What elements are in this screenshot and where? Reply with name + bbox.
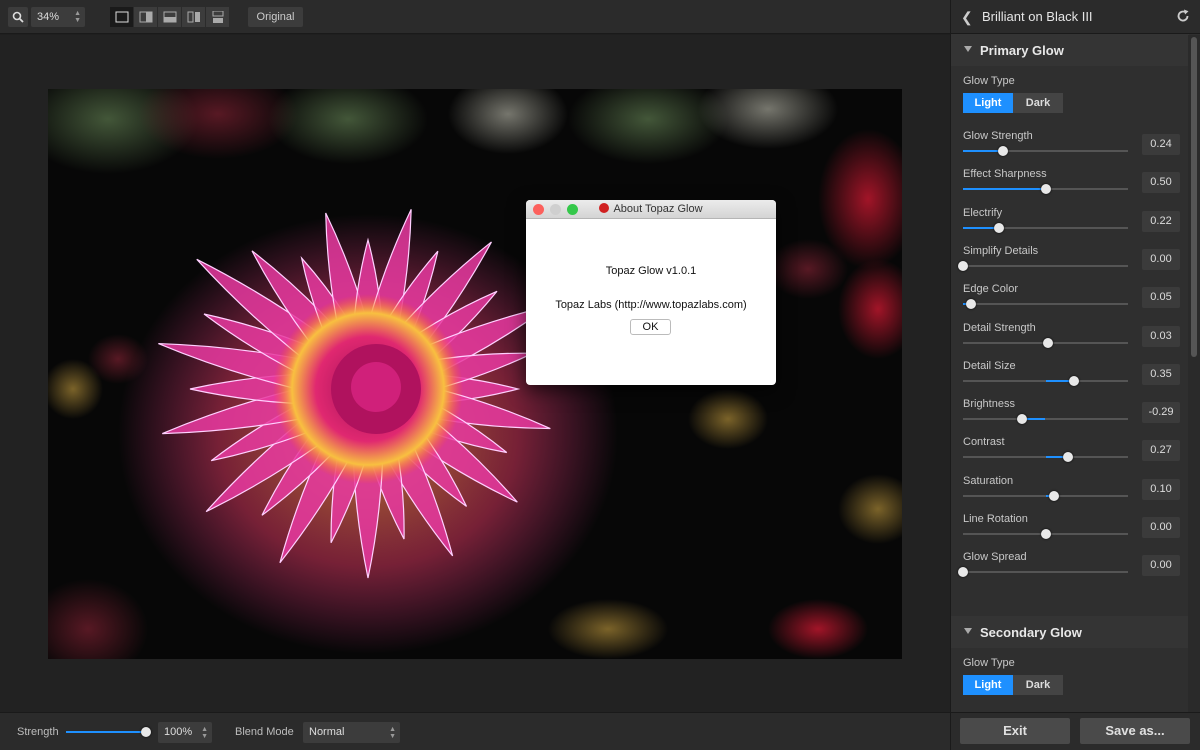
top-bottom-view-button[interactable] [206, 7, 230, 27]
strength-value: 100% [164, 726, 193, 738]
zoom-value: 34% [37, 11, 60, 23]
zoom-window-icon[interactable] [567, 204, 578, 215]
param-value-field[interactable]: 0.27 [1142, 440, 1180, 461]
param-value-field[interactable]: 0.24 [1142, 134, 1180, 155]
blend-mode-chevron-icon: ▲ ▼ [389, 726, 396, 740]
param-label: Glow Strength [963, 130, 1033, 142]
param-slider-knob[interactable] [1016, 414, 1027, 424]
param-slider-knob[interactable] [1042, 338, 1053, 348]
param-slider-fill [963, 188, 1046, 190]
collapse-triangle-icon [964, 46, 972, 52]
primary-glow-type-label: Glow Type [963, 75, 1015, 87]
blend-mode-label: Blend Mode [235, 726, 294, 738]
param-value-field[interactable]: 0.50 [1142, 172, 1180, 193]
primary-glow-title: Primary Glow [980, 43, 1064, 58]
panel-scroll-thumb[interactable] [1191, 37, 1197, 357]
param-value-field[interactable]: 0.00 [1142, 555, 1180, 576]
save-as-button[interactable]: Save as... [1080, 718, 1190, 744]
blend-mode-value: Normal [309, 726, 345, 738]
param-value-field[interactable]: 0.00 [1142, 249, 1180, 270]
param-label: Detail Size [963, 360, 1016, 372]
param-label: Simplify Details [963, 245, 1039, 257]
primary-light-button[interactable]: Light [963, 93, 1013, 113]
param-slider-knob[interactable] [997, 146, 1008, 156]
bottom-toolbar: Strength 100% ▲ ▼ Blend Mode Normal ▲ ▼ [0, 712, 950, 750]
dialog-title: About Topaz Glow [613, 203, 703, 215]
param-label: Edge Color [963, 283, 1019, 295]
split-vertical-view-button[interactable] [134, 7, 158, 27]
secondary-glow-type-label: Glow Type [963, 657, 1015, 669]
collapse-triangle-icon [964, 628, 972, 634]
param-slider-knob[interactable] [1062, 452, 1073, 462]
side-by-side-view-button[interactable] [182, 7, 206, 27]
primary-glow-header[interactable]: Primary Glow [951, 34, 1189, 66]
param-slider[interactable] [963, 418, 1128, 420]
secondary-dark-button[interactable]: Dark [1013, 675, 1063, 695]
param-slider[interactable] [963, 265, 1128, 267]
param-slider-knob[interactable] [958, 261, 968, 271]
strength-label: Strength [17, 726, 59, 738]
secondary-glow-header[interactable]: Secondary Glow [951, 616, 1189, 648]
company-text: Topaz Labs (http://www.topazlabs.com) [555, 299, 747, 311]
primary-glow-type-toggle: Light Dark [963, 93, 1063, 113]
preset-title: Brilliant on Black III [982, 9, 1093, 24]
param-slider-knob[interactable] [1069, 376, 1080, 386]
param-slider-knob[interactable] [1040, 529, 1051, 539]
param-label: Electrify [963, 207, 1003, 219]
strength-stepper-icon[interactable]: ▲ ▼ [201, 726, 208, 740]
param-value-field[interactable]: 0.10 [1142, 479, 1180, 500]
param-value-field[interactable]: 0.22 [1142, 211, 1180, 232]
strength-slider-knob[interactable] [141, 727, 151, 737]
back-arrow-icon[interactable]: ❮ [961, 9, 973, 26]
panel-header: ❮ Brilliant on Black III [951, 0, 1200, 34]
zoom-icon[interactable] [8, 7, 28, 27]
param-value-field[interactable]: 0.35 [1142, 364, 1180, 385]
param-label: Saturation [963, 475, 1014, 487]
param-label: Detail Strength [963, 322, 1036, 334]
version-text: Topaz Glow v1.0.1 [605, 265, 697, 277]
strength-value-field[interactable]: 100% ▲ ▼ [158, 722, 212, 743]
param-slider-knob[interactable] [958, 567, 968, 577]
zoom-stepper-icon[interactable]: ▲ ▼ [74, 10, 81, 24]
panel-scrollbar[interactable] [1188, 35, 1200, 712]
param-slider-knob[interactable] [966, 299, 977, 309]
param-slider-knob[interactable] [1040, 184, 1051, 194]
secondary-glow-title: Secondary Glow [980, 625, 1082, 640]
zoom-field[interactable]: 34% ▲ ▼ [31, 7, 85, 27]
param-value-field[interactable]: 0.00 [1142, 517, 1180, 538]
split-horizontal-view-button[interactable] [158, 7, 182, 27]
reset-icon[interactable] [1175, 8, 1191, 24]
secondary-light-button[interactable]: Light [963, 675, 1013, 695]
strength-slider-fill [66, 731, 146, 733]
blend-mode-select[interactable]: Normal ▲ ▼ [303, 722, 400, 743]
param-slider[interactable] [963, 303, 1128, 305]
param-slider[interactable] [963, 571, 1128, 573]
exit-button[interactable]: Exit [960, 718, 1070, 744]
param-value-field[interactable]: -0.29 [1142, 402, 1180, 423]
secondary-glow-type-toggle: Light Dark [963, 675, 1063, 695]
dialog-titlebar: About Topaz Glow [526, 200, 776, 219]
param-label: Effect Sharpness [963, 168, 1047, 180]
param-label: Contrast [963, 436, 1005, 448]
app-icon [599, 203, 610, 213]
single-view-button[interactable] [110, 7, 134, 27]
adjustments-panel: ❮ Brilliant on Black III Primary Glow Gl… [950, 0, 1200, 712]
param-slider-fill [963, 150, 1003, 152]
param-label: Line Rotation [963, 513, 1028, 525]
top-toolbar: 34% ▲ ▼ Original [0, 0, 950, 34]
param-label: Glow Spread [963, 551, 1027, 563]
primary-dark-button[interactable]: Dark [1013, 93, 1063, 113]
ok-button[interactable]: OK [630, 319, 671, 335]
param-value-field[interactable]: 0.05 [1142, 287, 1180, 308]
close-window-icon[interactable] [533, 204, 544, 215]
param-slider-knob[interactable] [1048, 491, 1059, 501]
param-slider-knob[interactable] [994, 223, 1005, 233]
about-dialog: About Topaz Glow Topaz Glow v1.0.1 Topaz… [526, 200, 776, 385]
original-button[interactable]: Original [248, 7, 303, 27]
param-value-field[interactable]: 0.03 [1142, 326, 1180, 347]
image-canvas: About Topaz Glow Topaz Glow v1.0.1 Topaz… [0, 35, 950, 712]
minimize-window-icon[interactable] [550, 204, 561, 215]
param-label: Brightness [963, 398, 1015, 410]
view-mode-group [110, 7, 230, 27]
